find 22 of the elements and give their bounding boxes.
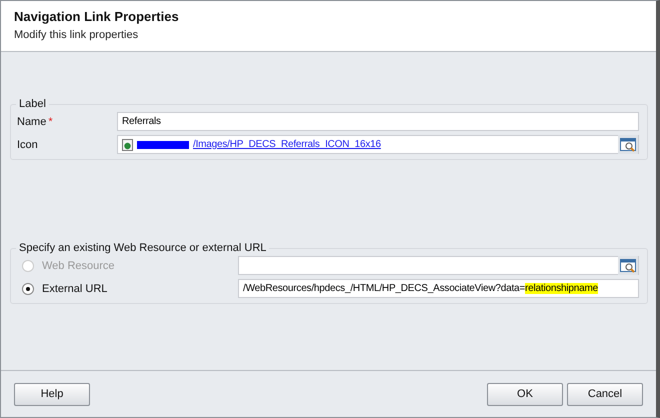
name-field[interactable]: Referrals [117, 112, 639, 131]
icon-link[interactable]: /Images/HP_DECS_Referrals_ICON_16x16 [193, 139, 381, 150]
radio-button[interactable] [22, 282, 34, 294]
field-label: Name * [17, 116, 54, 128]
dialog-title: Navigation Link Properties [14, 9, 180, 24]
url-field[interactable] [238, 256, 639, 275]
dialog-button[interactable]: Cancel [567, 382, 643, 406]
group-legend: Label [16, 98, 49, 110]
icon-field[interactable]: /Images/HP_DECS_Referrals_ICON_16x16 [117, 135, 639, 154]
field-value: /WebResources/hpdecs_/HTML/HP_DECS_AssociateView?data=relationshipname [243, 283, 598, 294]
group-legend: Specify an existing Web Resource or external URL [16, 242, 270, 254]
field-label: Icon [17, 138, 39, 150]
url-field[interactable]: /WebResources/hpdecs_/HTML/HP_DECS_AssociateView?data=relationshipname [238, 279, 639, 298]
web-page-icon [122, 138, 133, 150]
lookup-icon [620, 258, 636, 272]
lookup-icon [620, 138, 636, 152]
dialog-button[interactable]: Help [14, 382, 90, 406]
dialog-button[interactable]: OK [487, 382, 563, 406]
option-label: Web Resource [42, 260, 116, 272]
lookup-button[interactable] [618, 135, 638, 154]
option-label: External URL [42, 282, 108, 294]
dialog-subtitle: Modify this link properties [14, 29, 140, 41]
